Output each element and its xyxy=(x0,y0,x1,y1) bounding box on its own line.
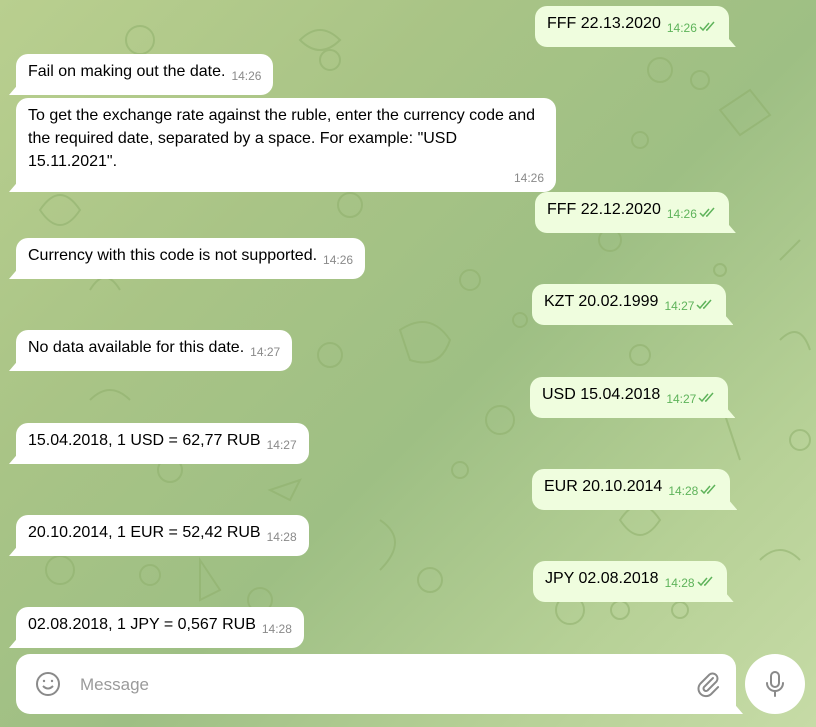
message-time: 14:27 xyxy=(250,345,281,359)
incoming-message[interactable]: 20.10.2014, 1 EUR = 52,42 RUB 14:28 xyxy=(16,515,309,556)
message-text: Fail on making out the date. xyxy=(28,63,226,80)
message-time: 14:28 xyxy=(266,530,297,544)
message-time: 14:28 xyxy=(261,622,292,636)
double-check-icon xyxy=(696,299,713,310)
double-check-icon xyxy=(699,21,715,32)
paperclip-icon[interactable] xyxy=(694,670,722,698)
microphone-icon xyxy=(766,671,784,697)
incoming-message[interactable]: 15.04.2018, 1 USD = 62,77 RUB 14:27 xyxy=(16,423,309,464)
message-text: 20.10.2014, 1 EUR = 52,42 RUB xyxy=(28,524,261,541)
double-check-icon xyxy=(698,392,714,403)
outgoing-message[interactable]: KZT 20.02.1999 14:27 xyxy=(532,284,727,325)
outgoing-message[interactable]: USD 15.04.2018 14:27 xyxy=(530,377,729,418)
outgoing-message[interactable]: EUR 20.10.2014 14:28 xyxy=(532,469,731,510)
message-text: 02.08.2018, 1 JPY = 0,567 RUB xyxy=(28,616,256,633)
voice-record-button[interactable] xyxy=(745,654,805,714)
message-time: 14:26 xyxy=(666,207,697,221)
incoming-message[interactable]: Currency with this code is not supported… xyxy=(16,238,366,279)
double-check-icon xyxy=(700,484,716,495)
message-time: 14:28 xyxy=(664,576,695,590)
message-time: 14:28 xyxy=(668,484,699,498)
message-time: 14:27 xyxy=(666,392,697,406)
message-time: 14:26 xyxy=(323,253,354,267)
double-check-icon xyxy=(699,207,715,218)
incoming-message[interactable]: Fail on making out the date. 14:26 xyxy=(16,54,274,95)
double-check-icon xyxy=(697,576,713,587)
incoming-message[interactable]: To get the exchange rate against the rub… xyxy=(16,98,556,192)
outgoing-message[interactable]: FFF 22.12.2020 14:26 xyxy=(535,192,729,233)
message-text: EUR 20.10.2014 xyxy=(544,478,663,495)
incoming-message[interactable]: No data available for this date. 14:27 xyxy=(16,330,293,371)
outgoing-message[interactable]: JPY 02.08.2018 14:28 xyxy=(533,561,727,602)
message-time: 14:27 xyxy=(266,438,297,452)
message-text: FFF 22.13.2020 xyxy=(547,15,661,32)
message-text: KZT 20.02.1999 xyxy=(544,293,659,310)
message-time: 14:26 xyxy=(513,171,544,185)
message-text: 15.04.2018, 1 USD = 62,77 RUB xyxy=(28,432,261,449)
smile-icon[interactable] xyxy=(35,671,61,697)
message-time: 14:27 xyxy=(664,299,695,313)
outgoing-message[interactable]: FFF 22.13.2020 14:26 xyxy=(535,6,729,47)
message-text: JPY 02.08.2018 xyxy=(545,570,659,587)
message-text: To get the exchange rate against the rub… xyxy=(28,107,535,170)
message-text: No data available for this date. xyxy=(28,339,245,356)
message-time: 14:26 xyxy=(231,69,262,83)
message-text: FFF 22.12.2020 xyxy=(547,201,661,218)
message-text: USD 15.04.2018 xyxy=(542,386,661,403)
message-input[interactable] xyxy=(78,669,682,701)
incoming-message[interactable]: 02.08.2018, 1 JPY = 0,567 RUB 14:28 xyxy=(16,607,304,648)
message-text: Currency with this code is not supported… xyxy=(28,247,318,264)
message-time: 14:26 xyxy=(666,21,697,35)
message-composer xyxy=(16,654,736,714)
